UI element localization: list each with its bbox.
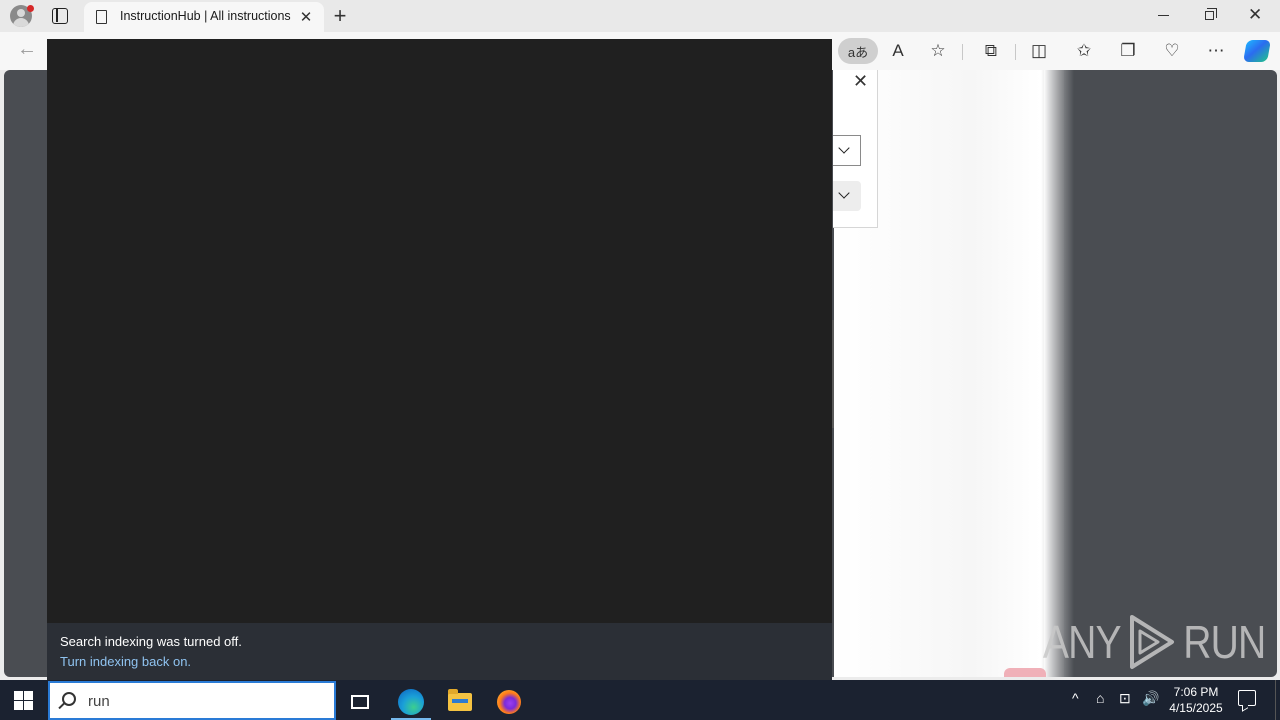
page-document-icon <box>96 10 107 24</box>
favorite-star-icon[interactable]: ☆ <box>923 36 953 66</box>
network-icon[interactable]: ⊡ <box>1119 690 1131 707</box>
tab-actions-icon[interactable] <box>52 8 68 24</box>
back-arrow-icon[interactable]: ← <box>17 38 37 61</box>
turn-indexing-on-link[interactable]: Turn indexing back on. <box>60 654 191 669</box>
search-icon <box>62 692 76 706</box>
tab-title: InstructionHub | All instructions <box>120 9 291 23</box>
taskbar-search-box[interactable] <box>48 681 336 720</box>
panel-close-icon[interactable]: ✕ <box>853 71 868 92</box>
minimize-icon[interactable] <box>1158 15 1169 16</box>
translate-button[interactable]: aあ <box>838 38 878 64</box>
windows-search-panel: Search indexing was turned off. Turn ind… <box>47 39 832 680</box>
extensions-icon[interactable]: ⧉ <box>976 36 1006 66</box>
anyrun-watermark: ANY RUN <box>1036 612 1272 672</box>
task-view-icon <box>351 695 369 709</box>
copilot-icon[interactable] <box>1243 40 1271 62</box>
taskbar-file-explorer[interactable] <box>440 684 480 720</box>
volume-icon[interactable]: 🔊 <box>1142 690 1159 707</box>
indexing-message: Search indexing was turned off. <box>60 634 242 649</box>
tab-strip: InstructionHub | All instructions ✕ + ✕ <box>0 0 1280 32</box>
read-aloud-icon[interactable]: A <box>883 36 913 66</box>
clock-date: 4/15/2025 <box>1169 701 1223 715</box>
toolbar-divider <box>1015 44 1016 60</box>
windows-start-icon[interactable] <box>14 691 33 710</box>
taskbar-clock[interactable]: 7:06 PM 4/15/2025 <box>1166 684 1226 716</box>
firefox-icon <box>497 690 521 714</box>
tab-instructionhub[interactable]: InstructionHub | All instructions ✕ <box>84 2 324 32</box>
edge-browser-icon <box>398 689 424 715</box>
sort-dropdown[interactable] <box>833 181 861 211</box>
filter-dropdown[interactable] <box>833 135 861 166</box>
task-view-button[interactable] <box>340 684 380 720</box>
profile-notification-dot <box>27 5 34 12</box>
taskbar-edge[interactable] <box>391 684 431 720</box>
restore-icon[interactable] <box>1205 8 1217 20</box>
browser-essentials-icon[interactable]: ♡ <box>1157 36 1187 66</box>
favorites-icon[interactable]: ✩ <box>1069 36 1099 66</box>
tray-device-icon[interactable]: ⌂ <box>1096 690 1104 706</box>
settings-more-icon[interactable]: ⋯ <box>1201 36 1231 66</box>
toolbar-divider <box>962 44 963 60</box>
search-input[interactable] <box>88 689 328 713</box>
filter-panel: ✕ <box>833 70 878 228</box>
window-close-icon[interactable]: ✕ <box>1248 5 1262 25</box>
chevron-down-icon <box>838 187 850 199</box>
scroll-handle[interactable] <box>832 320 834 428</box>
tray-chevron-icon[interactable]: ^ <box>1072 690 1079 706</box>
page-shadow <box>1044 70 1074 677</box>
taskbar: ^ ⌂ ⊡ 🔊 7:06 PM 4/15/2025 <box>0 680 1280 720</box>
collections-icon[interactable]: ❐ <box>1113 36 1143 66</box>
watermark-text-right: RUN <box>1182 616 1266 668</box>
tab-close-icon[interactable]: ✕ <box>298 8 314 26</box>
taskbar-firefox[interactable] <box>489 684 529 720</box>
search-indexing-notice: Search indexing was turned off. Turn ind… <box>47 623 832 680</box>
watermark-text-left: ANY <box>1042 616 1122 668</box>
show-desktop-button[interactable] <box>1275 680 1276 720</box>
new-tab-button[interactable]: + <box>330 3 350 29</box>
clock-time: 7:06 PM <box>1173 685 1219 699</box>
play-logo-icon <box>1129 615 1174 669</box>
chevron-down-icon <box>838 142 850 154</box>
notification-center-icon[interactable] <box>1238 690 1256 706</box>
file-explorer-icon <box>448 689 472 711</box>
split-screen-icon[interactable]: ◫ <box>1024 36 1054 66</box>
